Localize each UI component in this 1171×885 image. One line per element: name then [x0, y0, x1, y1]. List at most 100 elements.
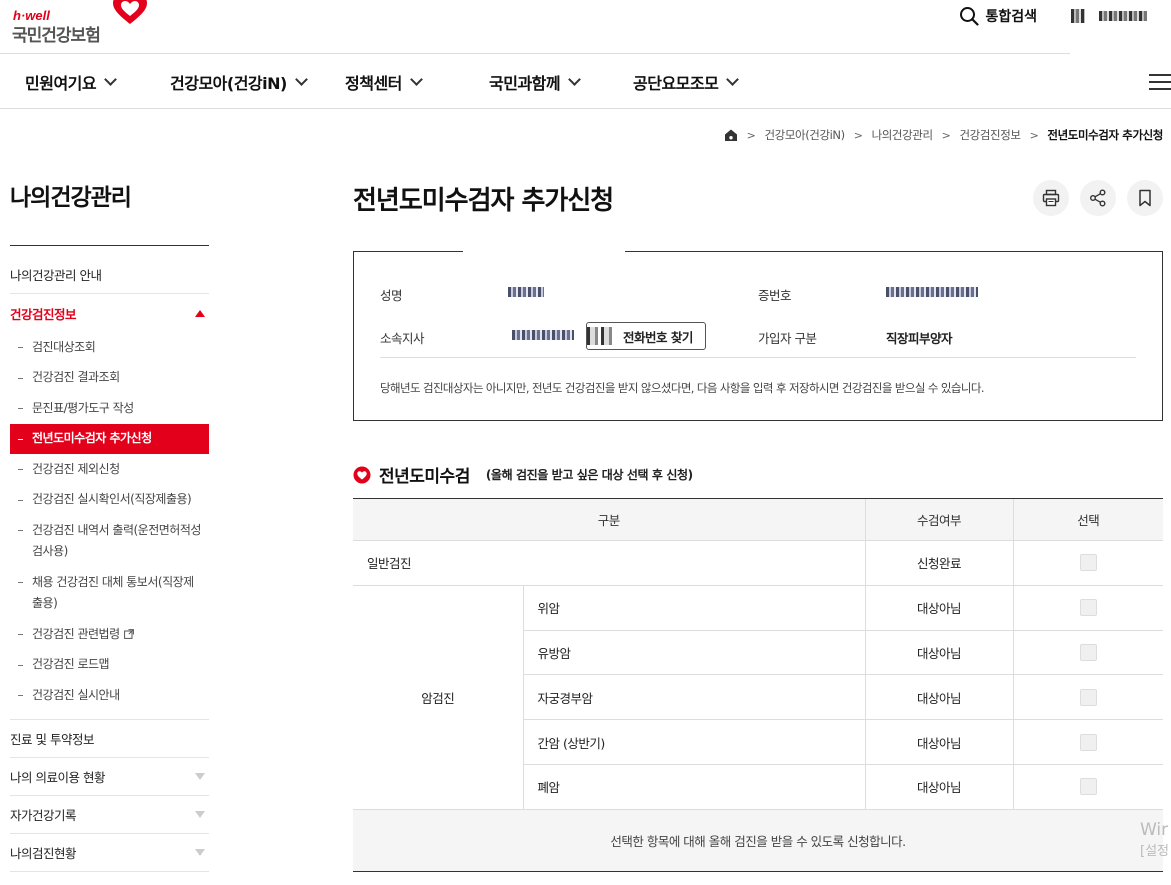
button-prefix-redacted — [587, 327, 615, 345]
logo-name: 국민건강보험 — [12, 26, 101, 46]
gnb-label: 정책센터 — [345, 74, 402, 93]
sidebar-item-label: 나의건강관리 안내 — [10, 268, 102, 283]
select-cell — [1012, 540, 1163, 586]
sidebar-item-guide[interactable]: 나의건강관리 안내 — [10, 256, 209, 294]
sidebar-item-checkup-info[interactable]: 건강검진정보 — [10, 294, 209, 332]
gnb-item-policy[interactable]: 정책센터 — [345, 70, 423, 94]
chevron-right-icon: > — [1029, 128, 1039, 142]
select-checkbox[interactable] — [1079, 778, 1097, 796]
select-checkbox[interactable] — [1079, 643, 1097, 661]
nhis-logo[interactable]: h·well 국민건강보험 — [12, 0, 147, 48]
gnb-label: 민원여기요 — [25, 74, 97, 93]
sidebar-item-label: 진료 및 투약정보 — [10, 731, 94, 747]
gnb-item-together[interactable]: 국민과함께 — [489, 70, 581, 94]
gnb-item-health-in[interactable]: 건강모아(건강iN) — [170, 70, 308, 94]
select-checkbox[interactable] — [1079, 688, 1097, 706]
submenu-checkup-target[interactable]: 검진대상조회 — [10, 332, 209, 363]
branch-value-redacted — [512, 330, 574, 340]
user-info-redacted[interactable] — [1071, 6, 1171, 26]
submenu-roadmap[interactable]: 건강검진 로드맵 — [10, 650, 209, 681]
section-subtitle: (올해 검진을 받고 싶은 대상 선택 후 신청) — [485, 468, 693, 482]
sidebar-item-medical-usage[interactable]: 나의 의료이용 현황 — [10, 758, 209, 796]
caret-down-icon — [195, 848, 205, 856]
chevron-down-icon — [410, 73, 423, 86]
watermark-line1: Wir — [1140, 820, 1169, 840]
sidebar-item-my-checkup[interactable]: 나의검진현황 — [10, 834, 209, 872]
sidebar-item-label: 나의 의료이용 현황 — [10, 769, 105, 785]
submenu-additional-application[interactable]: 전년도미수검자 추가신청 — [10, 423, 209, 454]
sidebar-item-treatment[interactable]: 진료 및 투약정보 — [10, 720, 209, 758]
watermark-line2: [설정 — [1140, 844, 1169, 859]
gnb-item-about[interactable]: 공단요모조모 — [633, 70, 740, 94]
search-icon — [960, 7, 980, 26]
caret-down-icon — [195, 810, 205, 818]
breadcrumb-item[interactable]: 건강모아(건강iN) — [764, 127, 845, 143]
user-name-redacted — [1099, 11, 1147, 21]
table-footer-note: 선택한 항목에 대해 올해 검진을 받을 수 있도록 신청합니다. — [353, 809, 1163, 872]
sidebar-item-label: 건강검진정보 — [10, 306, 77, 322]
row-label: 위암 — [522, 585, 865, 631]
row-label: 유방암 — [522, 630, 865, 676]
home-icon[interactable] — [724, 128, 738, 142]
chevron-down-icon — [294, 73, 308, 86]
sidebar-menu: 나의건강관리 안내 건강검진정보 검진대상조회 건강검진 결과조회 문진표/평가… — [10, 256, 209, 872]
submenu-questionnaire[interactable]: 문진표/평가도구 작성 — [10, 393, 209, 424]
integrated-search-button[interactable]: 통합검색 — [959, 6, 1037, 26]
print-button[interactable] — [1033, 180, 1069, 216]
checkup-selection-table: 구분 수검여부 선택 일반검진 신청완료 암검진 위암 대상아님 유방암 대상아… — [353, 498, 1163, 872]
header-status: 수검여부 — [864, 498, 1013, 541]
branch-label: 소속지사 — [380, 331, 425, 346]
table-row: 일반검진 신청완료 — [353, 540, 1163, 586]
select-checkbox[interactable] — [1079, 554, 1097, 572]
info-divider — [380, 357, 1136, 358]
row-label: 간암 (상반기) — [522, 719, 865, 765]
bookmark-button[interactable] — [1127, 180, 1163, 216]
submenu-related-laws[interactable]: 건강검진 관련법령 — [10, 619, 209, 650]
submenu-guide[interactable]: 건강검진 실시안내 — [10, 680, 209, 711]
sidebar-title: 나의건강관리 — [10, 185, 132, 211]
row-status: 대상아님 — [864, 674, 1013, 721]
select-checkbox[interactable] — [1079, 733, 1097, 751]
name-label: 성명 — [380, 288, 403, 303]
select-checkbox[interactable] — [1079, 599, 1097, 617]
search-label: 통합검색 — [985, 9, 1037, 25]
row-status: 대상아님 — [864, 585, 1013, 631]
name-value-redacted — [508, 287, 544, 297]
section-heading: 전년도미수검 (올해 검진을 받고 싶은 대상 선택 후 신청) — [353, 462, 693, 487]
breadcrumb-item[interactable]: 나의건강관리 — [872, 127, 933, 143]
select-cell — [1012, 674, 1163, 721]
submenu-checkup-result[interactable]: 건강검진 결과조회 — [10, 363, 209, 394]
member-type-value: 직장피부양자 — [886, 331, 953, 346]
row-status: 신청완료 — [864, 540, 1013, 586]
row-label: 자궁경부암 — [522, 674, 865, 721]
share-button[interactable] — [1080, 180, 1116, 216]
breadcrumb-current: 전년도미수검자 추가신청 — [1047, 128, 1163, 142]
select-cell — [1012, 630, 1163, 676]
applicant-info-box: 성명 증번호 소속지사 전화번호 찾기 가입자 구분 직장피부양자 당해년도 검… — [353, 250, 1163, 421]
chevron-down-icon — [726, 73, 740, 86]
breadcrumb-item[interactable]: 건강검진정보 — [959, 127, 1020, 143]
gnb-item-civil[interactable]: 민원여기요 — [25, 70, 117, 94]
chevron-right-icon: > — [746, 128, 756, 142]
windows-activation-watermark: Wir [설정 — [1140, 820, 1169, 862]
sidebar-item-self-record[interactable]: 자가건강기록 — [10, 796, 209, 834]
card-number-value-redacted — [886, 287, 978, 297]
chevron-right-icon: > — [853, 128, 863, 142]
page-tools — [1033, 180, 1163, 216]
all-menu-hamburger-icon[interactable] — [1149, 74, 1171, 90]
row-label: 폐암 — [522, 764, 865, 810]
submenu-confirmation[interactable]: 건강검진 실시확인서(직장제출용) — [10, 485, 209, 516]
submenu-exclusion[interactable]: 건강검진 제외신청 — [10, 454, 209, 485]
row-status: 대상아님 — [864, 719, 1013, 765]
chevron-right-icon: > — [941, 128, 951, 142]
submenu-employment-notice[interactable]: 채용 건강검진 대체 통보서(직장제출용) — [10, 567, 209, 619]
submenu-history-print[interactable]: 건강검진 내역서 출력(운전면허적성검사용) — [10, 515, 209, 567]
member-type-label: 가입자 구분 — [758, 331, 817, 346]
sidebar-item-label: 나의검진현황 — [10, 845, 77, 861]
find-phone-button[interactable]: 전화번호 찾기 — [586, 322, 706, 350]
heart-bullet-icon — [353, 466, 371, 483]
sidebar-item-label: 자가건강기록 — [10, 807, 77, 823]
header-category: 구분 — [353, 498, 865, 541]
external-link-icon — [123, 629, 134, 640]
caret-up-icon — [195, 309, 205, 317]
